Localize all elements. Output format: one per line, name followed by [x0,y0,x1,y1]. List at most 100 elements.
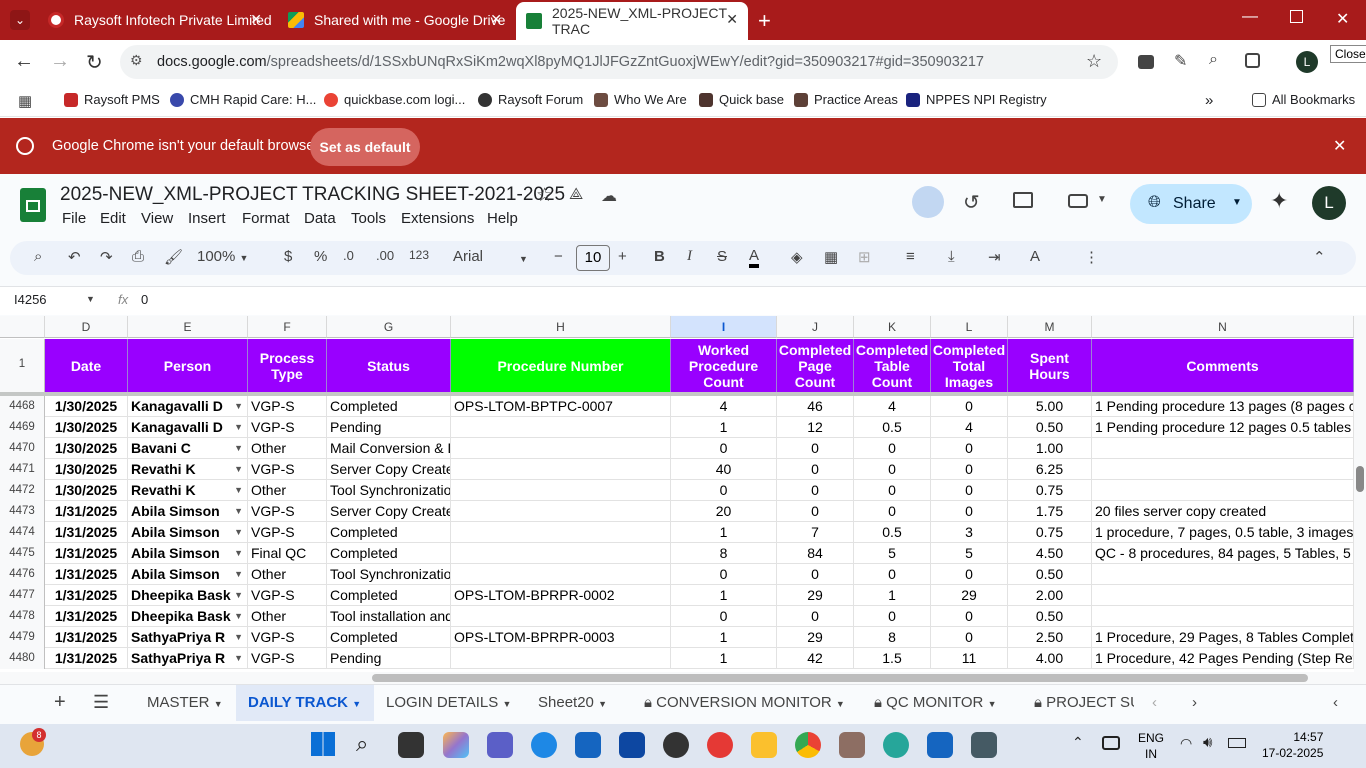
table-cell[interactable]: OPS-LTOM-BPRPR-0002 [451,585,671,606]
table-cell[interactable] [451,522,671,543]
column-header-h[interactable]: H [451,316,671,338]
dropdown-chip-icon[interactable]: ▼ [234,480,243,500]
table-cell[interactable]: 0 [671,564,777,585]
table-cell[interactable]: Tool Synchronizatior [327,564,451,585]
reload-icon[interactable]: ↻ [86,50,103,75]
column-header-d[interactable]: D [45,316,128,338]
table-cell[interactable]: 1 [671,648,777,669]
table-cell[interactable]: 2.50 [1008,627,1092,648]
table-cell[interactable] [1092,606,1354,627]
sheet-tab-login-details[interactable]: LOGIN DETAILS ▼ [386,694,511,711]
table-cell[interactable]: 4 [931,417,1008,438]
table-cell[interactable]: 0 [931,396,1008,417]
store-icon[interactable] [575,732,601,758]
table-cell[interactable]: 29 [777,585,854,606]
decrease-font-size-icon[interactable]: − [554,248,563,265]
people-taskbar-icon[interactable] [883,732,909,758]
table-cell[interactable]: 8 [671,543,777,564]
show-hidden-icons-icon[interactable]: ⌃ [1072,734,1084,751]
header-cell[interactable]: Spent Hours [1008,339,1092,393]
chevron-down-icon[interactable]: ▼ [519,254,528,264]
table-cell[interactable]: 0 [854,564,931,585]
table-cell[interactable]: VGP-S [248,417,327,438]
table-cell[interactable]: Revathi K ▼ [128,480,248,501]
row-header[interactable]: 4475 [0,543,45,564]
clock[interactable]: 14:57 17-02-2025 [1262,729,1323,761]
name-box[interactable]: I4256 [14,292,47,307]
word-icon[interactable] [927,732,953,758]
menu-file[interactable]: File [62,210,86,227]
table-cell[interactable]: SathyaPriya R ▼ [128,648,248,669]
horizontal-align-icon[interactable]: ≡ [906,248,915,265]
table-cell[interactable]: VGP-S [248,648,327,669]
table-cell[interactable]: Final QC [248,543,327,564]
menu-insert[interactable]: Insert [188,210,226,227]
network-status-icon[interactable] [1102,736,1120,750]
text-rotation-icon[interactable]: A [1030,248,1040,265]
table-cell[interactable]: 11 [931,648,1008,669]
table-cell[interactable] [451,606,671,627]
wifi-icon[interactable]: ◠ [1180,735,1192,752]
dropdown-chip-icon[interactable]: ▼ [234,438,243,458]
horizontal-scrollbar[interactable] [0,672,1366,684]
table-cell[interactable]: 1 [671,627,777,648]
table-cell[interactable]: Abila Simson ▼ [128,522,248,543]
table-cell[interactable]: 8 [854,627,931,648]
borders-icon[interactable]: ▦ [824,248,838,266]
table-cell[interactable]: 1/30/2025 [45,417,128,438]
close-tab-icon[interactable]: ✕ [250,11,262,28]
table-cell[interactable]: 0 [931,606,1008,627]
table-cell[interactable]: 0 [777,480,854,501]
table-cell[interactable] [1092,459,1354,480]
table-cell[interactable]: Other [248,480,327,501]
row-header[interactable]: 4473 [0,501,45,522]
table-cell[interactable]: Server Copy Createc [327,459,451,480]
dropdown-chip-icon[interactable]: ▼ [234,543,243,563]
file-explorer-icon[interactable] [751,732,777,758]
row-header[interactable]: 4478 [0,606,45,627]
snipping-tool-icon[interactable] [971,732,997,758]
row-header[interactable]: 4474 [0,522,45,543]
table-cell[interactable]: VGP-S [248,585,327,606]
table-cell[interactable]: 1 [671,585,777,606]
table-cell[interactable]: 0 [671,438,777,459]
table-cell[interactable] [451,480,671,501]
table-cell[interactable]: VGP-S [248,501,327,522]
table-cell[interactable]: 0 [854,480,931,501]
table-cell[interactable]: 0 [854,438,931,459]
table-cell[interactable]: Bavani C ▼ [128,438,248,459]
table-cell[interactable]: 0.50 [1008,606,1092,627]
table-cell[interactable]: Pending [327,417,451,438]
table-cell[interactable]: Server Copy Createc [327,501,451,522]
table-cell[interactable]: Completed [327,627,451,648]
column-header-m[interactable]: M [1008,316,1092,338]
url-text[interactable]: docs.google.com/spreadsheets/d/1SSxbUNqR… [157,54,984,70]
bookmarks-overflow-icon[interactable]: » [1205,92,1213,109]
sheet-tab-qc-monitor[interactable]: 🔒︎ QC MONITOR ▼ [874,694,996,711]
table-cell[interactable]: 0 [777,501,854,522]
dropdown-chip-icon[interactable]: ▼ [234,606,243,626]
language-indicator[interactable]: ENG IN [1138,730,1164,762]
scroll-tabs-left-icon[interactable]: ‹ [1152,694,1157,711]
menu-extensions[interactable]: Extensions [401,210,474,227]
opera-icon[interactable] [707,732,733,758]
table-cell[interactable]: Mail Conversion & D [327,438,451,459]
header-cell[interactable]: Completed Page Count [777,339,854,393]
table-cell[interactable]: 1/31/2025 [45,543,128,564]
meet-present-icon[interactable] [912,186,944,218]
comments-icon[interactable] [1013,192,1033,208]
header-cell[interactable]: Completed Total Images [931,339,1008,393]
bookmark-raysoft-pms[interactable]: Raysoft PMS [64,92,160,107]
column-header-n[interactable]: N [1092,316,1354,338]
table-cell[interactable]: 0 [854,459,931,480]
table-cell[interactable]: 4 [854,396,931,417]
browser-tab-raysoft[interactable]: Raysoft Infotech Private Limited ✕ [36,4,272,36]
extension-icon[interactable] [1138,55,1154,69]
strikethrough-icon[interactable]: S [717,248,727,265]
increase-font-size-icon[interactable]: + [618,248,627,265]
row-header[interactable]: 4477 [0,585,45,606]
table-cell[interactable]: 0.5 [854,417,931,438]
search-menus-icon[interactable]: ⌕ [34,248,42,265]
table-cell[interactable]: 1 Pending procedure 12 pages 0.5 tables … [1092,417,1354,438]
header-cell[interactable]: Process Type [248,339,327,393]
